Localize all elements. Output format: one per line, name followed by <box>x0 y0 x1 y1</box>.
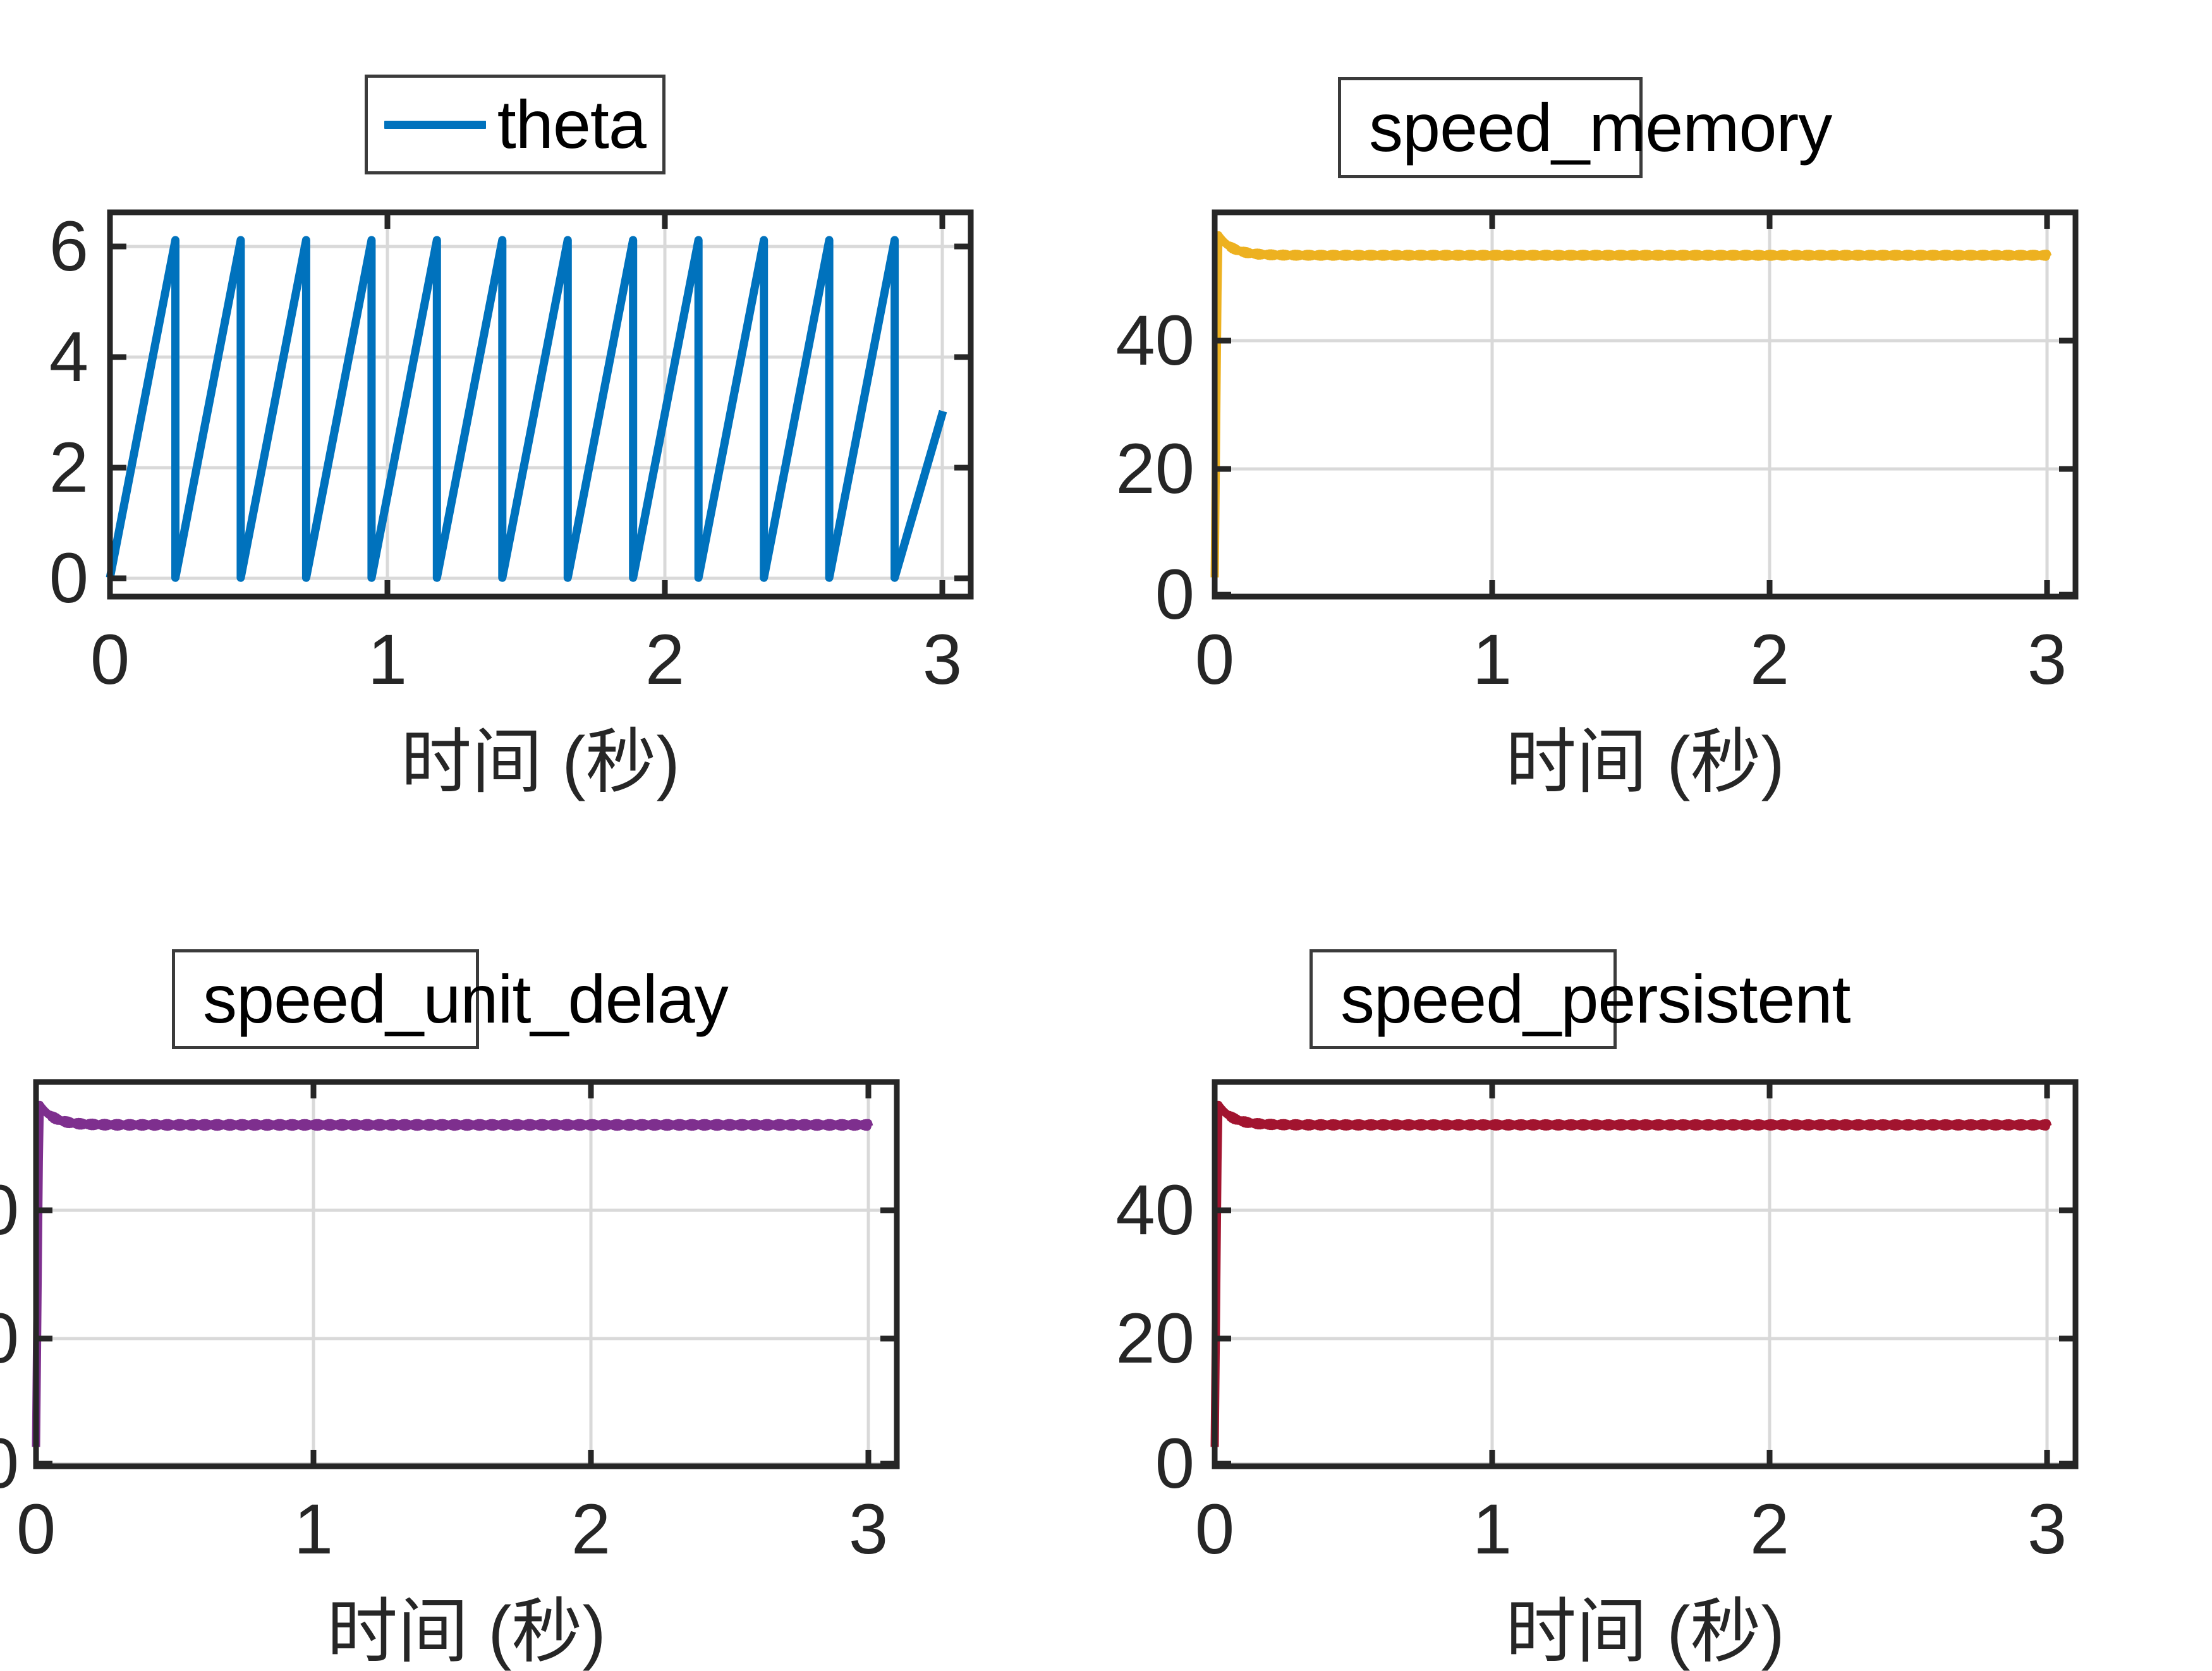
xtick-label-speed-persistent-1: 1 <box>1472 1490 1512 1569</box>
xtick-label-speed-memory-2: 2 <box>1749 620 1790 699</box>
xtick-label-speed-persistent-2: 2 <box>1749 1490 1790 1569</box>
xtick-label-theta-1: 1 <box>367 620 408 699</box>
legend-theta[interactable]: theta <box>365 75 665 174</box>
figure-canvas: theta 6 4 2 0 0 1 2 3 时间 (秒) speed_memor… <box>0 0 2212 1667</box>
ytick-label-speed-memory-0: 0 <box>1155 555 1194 634</box>
xtick-label-speed-unit-delay-2: 2 <box>571 1490 611 1569</box>
xtick-label-speed-persistent-3: 3 <box>2027 1490 2067 1569</box>
legend-label-speed-unit-delay: speed_unit_delay <box>203 961 729 1037</box>
subplot-speed-persistent: speed_persistent 40 20 0 0 1 2 3 时间 (秒) <box>1106 829 2212 1667</box>
legend-speed-persistent[interactable]: speed_persistent <box>1310 949 1851 1049</box>
ytick-label-speed-unit-delay-0: 0 <box>0 1428 19 1499</box>
ytick-label-theta-0: 0 <box>49 538 88 617</box>
ytick-label-theta-4: 4 <box>49 317 88 396</box>
ytick-label-speed-memory-40: 40 <box>1115 301 1194 380</box>
ytick-label-speed-unit-delay-20: 20 <box>0 1303 19 1374</box>
legend-speed-memory[interactable]: speed_memory <box>1338 77 1832 178</box>
axes-speed-unit-delay <box>32 1079 900 1469</box>
legend-speed-unit-delay[interactable]: speed_unit_delay <box>172 949 729 1049</box>
xtick-label-speed-memory-3: 3 <box>2027 620 2067 699</box>
ytick-label-speed-memory-20: 20 <box>1115 429 1194 508</box>
xaxis-title-theta: 时间 (秒) <box>401 722 680 801</box>
xtick-label-theta-3: 3 <box>922 620 963 699</box>
axes-speed-persistent <box>1210 1079 2079 1469</box>
xtick-label-speed-unit-delay-3: 3 <box>848 1490 889 1569</box>
xtick-label-theta-2: 2 <box>645 620 685 699</box>
axes-theta <box>106 209 974 600</box>
axes-speed-memory <box>1210 209 2079 600</box>
legend-label-theta: theta <box>497 86 647 162</box>
ytick-label-theta-2: 2 <box>49 428 88 507</box>
xaxis-title-speed-persistent: 时间 (秒) <box>1505 1592 1785 1671</box>
xtick-label-speed-unit-delay-1: 1 <box>293 1490 334 1569</box>
ytick-label-speed-unit-delay-40: 40 <box>0 1175 19 1246</box>
legend-label-speed-memory: speed_memory <box>1369 89 1832 166</box>
subplot-theta: theta 6 4 2 0 0 1 2 3 时间 (秒) <box>0 0 1106 829</box>
ytick-label-theta-6: 6 <box>49 207 88 286</box>
xtick-label-theta-0: 0 <box>90 620 130 699</box>
subplot-speed-unit-delay: speed_unit_delay 0 1 2 3 时间 (秒) <box>0 829 1106 1667</box>
xtick-label-speed-memory-1: 1 <box>1472 620 1512 699</box>
xtick-label-speed-persistent-0: 0 <box>1194 1490 1235 1569</box>
xaxis-title-speed-unit-delay: 时间 (秒) <box>327 1592 606 1671</box>
subplot-speed-memory: speed_memory 40 20 0 0 1 2 3 时间 (秒) <box>1106 0 2212 829</box>
legend-label-speed-persistent: speed_persistent <box>1340 961 1851 1037</box>
ytick-label-speed-persistent-40: 40 <box>1115 1170 1194 1249</box>
legend-swatch-theta <box>384 120 486 129</box>
ytick-label-speed-persistent-20: 20 <box>1115 1299 1194 1378</box>
ytick-label-speed-persistent-0: 0 <box>1155 1424 1194 1503</box>
xtick-label-speed-memory-0: 0 <box>1194 620 1235 699</box>
xtick-label-speed-unit-delay-0: 0 <box>16 1490 56 1569</box>
xaxis-title-speed-memory: 时间 (秒) <box>1505 722 1785 801</box>
